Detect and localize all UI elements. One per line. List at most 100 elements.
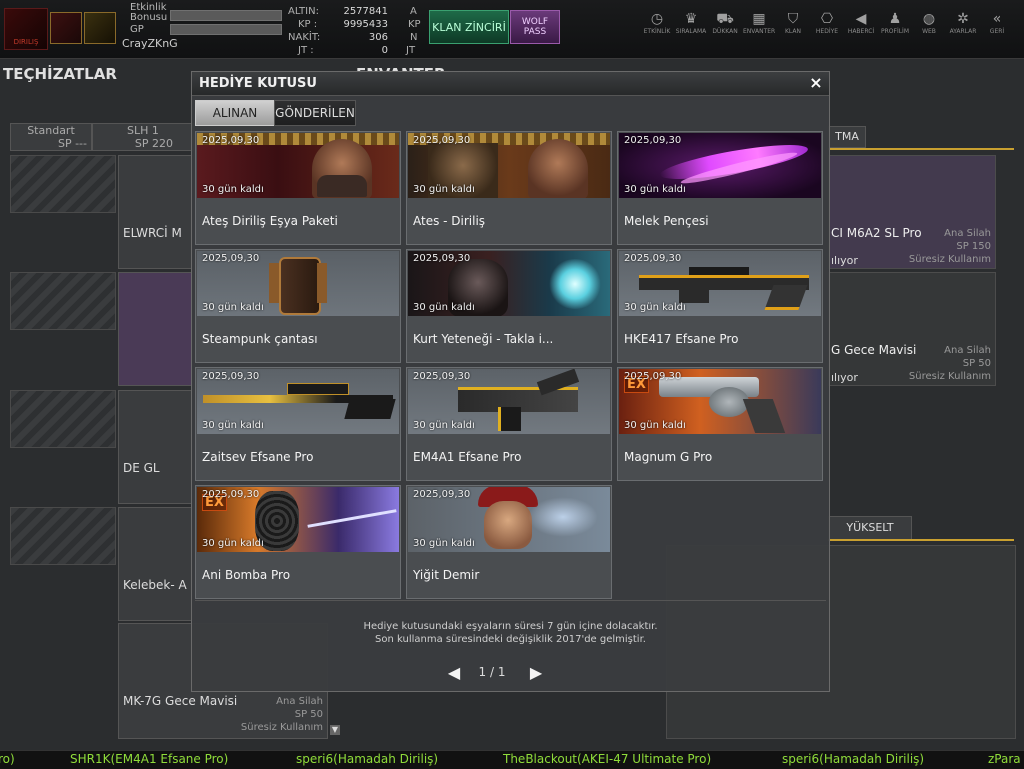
inventory-card-sp: SP 150: [956, 241, 991, 252]
ranking-icon: ♛: [684, 11, 698, 27]
equipped-card[interactable]: [118, 272, 192, 386]
gift-item-date: 2025,09,30: [413, 489, 471, 500]
tab-underline: [828, 148, 1014, 150]
nav-globe-button[interactable]: ◍ WEB: [913, 10, 945, 46]
inventory-card[interactable]: G Gece Mavisi Ana Silah SP 50 ılıyor Sür…: [828, 272, 996, 386]
cart-icon: ⛟: [716, 11, 734, 27]
tab-standard[interactable]: Standart SP ---: [10, 123, 92, 151]
gift-item-card[interactable]: 2025,09,30 30 gün kaldı Ateş Diriliş Eşya …: [195, 131, 401, 245]
nav-profile-button[interactable]: ♟ PROFİLİM: [879, 10, 911, 46]
equip-slot[interactable]: [10, 390, 116, 448]
gift-item-date: 2025,09,30: [413, 135, 471, 146]
gift-item-name: Ateş Diriliş Eşya Paketi: [202, 214, 338, 228]
notice-line: Son kullanma süresindeki değişiklik 2017…: [375, 634, 646, 645]
nav-clan-button[interactable]: ⛉ KLAN: [777, 10, 809, 46]
nav-inventory-button[interactable]: ▦ ENVANTER: [743, 10, 775, 46]
inventory-card-type: Ana Silah: [944, 345, 991, 356]
clan-chain-button[interactable]: KLAN ZİNCİRİ: [429, 10, 509, 44]
megaphone-icon: ◀: [855, 11, 867, 27]
gift-item-name: Kurt Yeteneği - Takla i...: [413, 332, 554, 346]
gift-item-card[interactable]: 2025,09,30 30 gün kaldı Ates - Diriliş: [406, 131, 612, 245]
gift-item-remaining: 30 gün kaldı: [202, 538, 264, 549]
gift-item-card[interactable]: 2025,09,30 30 gün kaldı Melek Pençesi: [617, 131, 823, 245]
scroll-down-icon[interactable]: ▼: [330, 725, 340, 735]
gift-item-remaining: 30 gün kaldı: [624, 420, 686, 431]
tab-received[interactable]: ALINAN: [195, 100, 275, 126]
equipment-title: TEÇHİZATLAR: [3, 65, 117, 83]
divider: [195, 600, 826, 601]
ticker-item: SHR1K(EM4A1 Efsane Pro): [70, 752, 229, 766]
wolf-pass-button[interactable]: WOLF PASS: [510, 10, 560, 44]
nav-cart-button[interactable]: ⛟ DÜKKAN: [709, 10, 741, 46]
clan-icon: ⛉: [787, 11, 799, 27]
gift-item-card[interactable]: 2025,09,30 30 gün kaldı EM4A1 Efsane Pro: [406, 367, 612, 481]
nav-label: GERİ: [989, 28, 1005, 35]
inventory-card-status: ılıyor: [831, 254, 858, 267]
pagination: ◀ 1 / 1 ▶: [192, 664, 829, 684]
nav-label: SIRALAMA: [675, 28, 707, 35]
ticker-item: ro): [0, 752, 15, 766]
gift-item-name: Magnum G Pro: [624, 450, 713, 464]
equipped-card[interactable]: ELWRCİ M: [118, 155, 192, 269]
equipped-card[interactable]: Kelebek- A: [118, 507, 192, 621]
equipped-card-type: Ana Silah: [276, 696, 323, 707]
nav-label: ENVANTER: [743, 28, 776, 35]
username: CrayZKnG: [122, 37, 178, 50]
tab-slh1-label: SLH 1: [127, 124, 159, 137]
gift-item-card[interactable]: 2025,09,30 30 gün kaldı Kurt Yeteneği - Ta…: [406, 249, 612, 363]
gift-item-card[interactable]: 2025,09,30 30 gün kaldı Steampunk çantası: [195, 249, 401, 363]
next-page-icon[interactable]: ▶: [528, 664, 544, 682]
equipped-card-sp: SP 50: [294, 709, 323, 720]
clan-badge: [84, 12, 116, 44]
inventory-card-duration: Süresiz Kullanım: [908, 254, 991, 265]
prev-page-icon[interactable]: ◀: [446, 664, 462, 682]
event-bonus-label: Etkinlik Bonusu: [130, 2, 168, 23]
gift-item-date: 2025,09,30: [202, 135, 260, 146]
gift-item-date: 2025,09,30: [202, 253, 260, 264]
equip-slot[interactable]: [10, 155, 116, 213]
nav-megaphone-button[interactable]: ◀ HABERCİ: [845, 10, 877, 46]
nav-back-button[interactable]: «GERİ: [981, 10, 1013, 46]
gift-item-card[interactable]: EX 2025,09,30 30 gün kaldı Magnum G Pro: [617, 367, 823, 481]
currency-panel: ALTIN: 2577841 A KP : 9995433 KP NAKİT: …: [288, 4, 422, 56]
inventory-card-sp: SP 50: [962, 358, 991, 369]
gift-item-card[interactable]: EX 2025,09,30 30 gün kaldı Ani Bomba Pro: [195, 485, 401, 599]
gift-item-card[interactable]: 2025,09,30 30 gün kaldı Yiğit Demir: [406, 485, 612, 599]
nav-clock-button[interactable]: ◷ ETKİNLİK: [641, 10, 673, 46]
tab-standard-sp: SP ---: [57, 137, 87, 150]
gift-item-remaining: 30 gün kaldı: [202, 420, 264, 431]
nav-gift-button[interactable]: ⎔ HEDİYE: [811, 10, 843, 46]
equip-slot[interactable]: [10, 507, 116, 565]
gift-item-remaining: 30 gün kaldı: [413, 302, 475, 313]
equip-slot[interactable]: [10, 272, 116, 330]
close-icon[interactable]: ×: [807, 74, 825, 92]
gift-item-name: EM4A1 Efsane Pro: [413, 450, 522, 464]
tab-sent[interactable]: GÖNDERİLEN: [274, 100, 356, 126]
equipped-card-duration: Süresiz Kullanım: [240, 722, 323, 733]
inventory-card[interactable]: CI M6A2 SL Pro Ana Silah SP 150 ılıyor S…: [828, 155, 996, 269]
rank-badge: [50, 12, 82, 44]
gift-item-name: HKE417 Efsane Pro: [624, 332, 739, 346]
gift-box-dialog: HEDİYE KUTUSU × ALINAN GÖNDERİLEN 2025,0…: [191, 71, 830, 692]
gift-item-card[interactable]: 2025,09,30 30 gün kaldı HKE417 Efsane Pro: [617, 249, 823, 363]
tab-slh1[interactable]: SLH 1 SP 220: [92, 123, 194, 151]
gift-item-date: 2025,09,30: [624, 135, 682, 146]
gift-item-card[interactable]: 2025,09,30 30 gün kaldı Zaitsev Efsane Pro: [195, 367, 401, 481]
page-indicator: 1 / 1: [478, 665, 506, 679]
announcement-ticker: ro) SHR1K(EM4A1 Efsane Pro) speri6(Hamad…: [0, 750, 1024, 769]
nav-gear-button[interactable]: ✲ AYARLAR: [947, 10, 979, 46]
tab-standard-label: Standart: [27, 124, 75, 137]
gp-bar: [170, 24, 282, 35]
clock-icon: ◷: [650, 11, 664, 27]
event-bonus-bar: [170, 10, 282, 21]
gift-item-name: Ates - Diriliş: [413, 214, 486, 228]
upgrade-button[interactable]: YÜKSELT: [828, 516, 912, 540]
nav-ranking-button[interactable]: ♛ SIRALAMA: [675, 10, 707, 46]
equipped-card-label: MK-7G Gece Mavisi: [123, 694, 238, 708]
ticker-item: zPara: [988, 752, 1021, 766]
right-tab[interactable]: TMA: [828, 126, 866, 148]
gift-item-remaining: 30 gün kaldı: [624, 302, 686, 313]
equipped-card[interactable]: DE GL: [118, 390, 192, 504]
jt-value: 0: [381, 45, 388, 56]
gift-item-remaining: 30 gün kaldı: [413, 184, 475, 195]
